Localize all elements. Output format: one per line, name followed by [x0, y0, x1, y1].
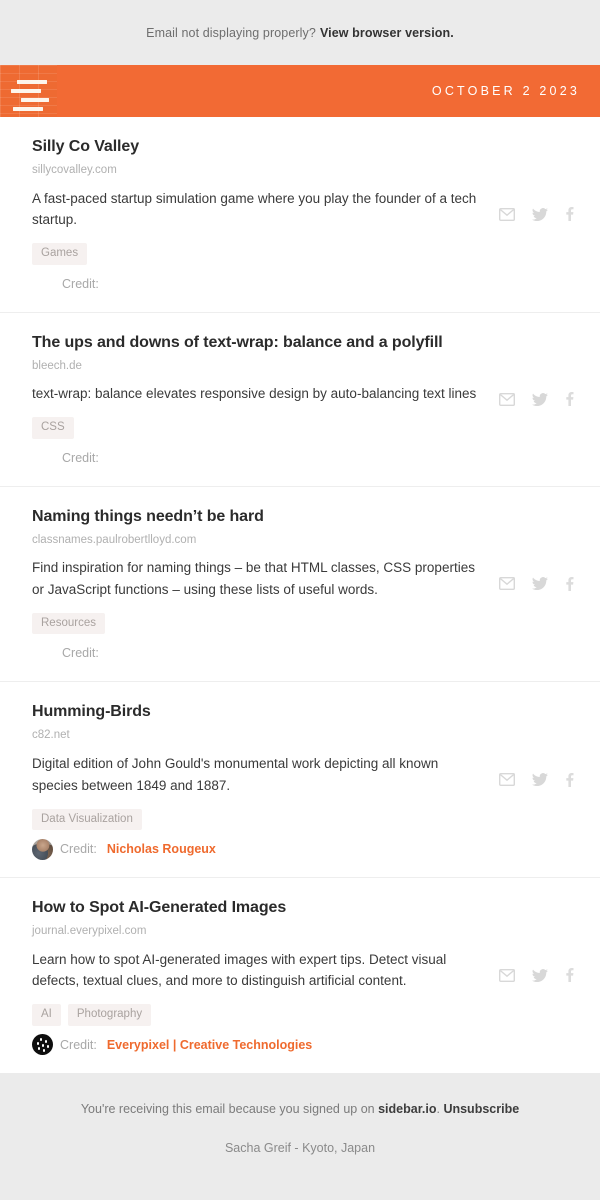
credit-author-link[interactable]: Nicholas Rougeux	[107, 842, 216, 856]
footer-reason: You're receiving this email because you …	[30, 1099, 570, 1119]
article-tags: Data Visualization	[32, 808, 568, 831]
tag-chip[interactable]: Games	[32, 243, 88, 265]
twitter-bird-icon	[532, 968, 548, 982]
article-description: Learn how to spot AI-generated images wi…	[32, 951, 447, 989]
article-credit: Credit: Everypixel | Creative Technologi…	[32, 1034, 568, 1056]
envelope-icon	[499, 392, 515, 406]
issue-date: OCTOBER 2 2023	[431, 84, 580, 98]
share-twitter-button[interactable]	[532, 968, 548, 982]
article-title[interactable]: Silly Co Valley	[32, 137, 568, 157]
article-item: Silly Co Valley sillycovalley.com A fast…	[0, 117, 600, 313]
share-twitter-button[interactable]	[532, 577, 548, 591]
footer-reason-suffix: .	[436, 1101, 440, 1116]
article-description: A fast-paced startup simulation game whe…	[32, 190, 477, 228]
twitter-bird-icon	[532, 577, 548, 591]
article-credit: Credit:	[32, 642, 568, 664]
article-credit: Credit: Nicholas Rougeux	[32, 838, 568, 860]
article-item: How to Spot AI-Generated Images journal.…	[0, 878, 600, 1073]
facebook-f-icon	[566, 968, 574, 983]
share-icons	[499, 968, 574, 983]
footer-reason-prefix: You're receiving this email because you …	[80, 1101, 379, 1116]
article-title[interactable]: How to Spot AI-Generated Images	[32, 898, 568, 918]
tag-chip[interactable]: Data Visualization	[32, 808, 142, 831]
share-twitter-button[interactable]	[532, 392, 548, 406]
article-tags: Games	[32, 243, 568, 265]
article-item: The ups and downs of text-wrap: balance …	[0, 313, 600, 487]
footer-signature: Sacha Greif - Kyoto, Japan	[224, 1140, 376, 1155]
envelope-icon	[499, 773, 515, 787]
preheader-bar: Email not displaying properly? View brow…	[0, 0, 600, 65]
share-facebook-button[interactable]	[565, 968, 574, 983]
article-item: Humming-Birds c82.net Digital edition of…	[0, 682, 600, 879]
twitter-bird-icon	[532, 773, 548, 787]
article-tags: AI Photography	[32, 1004, 568, 1026]
article-domain: c82.net	[32, 729, 70, 742]
credit-label: Credit:	[60, 842, 97, 857]
article-description: text-wrap: balance elevates responsive d…	[32, 386, 477, 402]
twitter-bird-icon	[532, 392, 548, 406]
article-title[interactable]: The ups and downs of text-wrap: balance …	[32, 333, 568, 353]
unsubscribe-link[interactable]: Unsubscribe	[443, 1102, 519, 1116]
share-email-button[interactable]	[499, 577, 515, 591]
share-facebook-button[interactable]	[565, 207, 574, 222]
credit-author-link[interactable]: Everypixel | Creative Technologies	[107, 1038, 312, 1052]
tag-chip[interactable]: Resources	[32, 612, 105, 635]
share-twitter-button[interactable]	[532, 773, 548, 787]
article-tags: CSS	[32, 417, 568, 439]
facebook-f-icon	[566, 207, 574, 222]
view-browser-version-link[interactable]: View browser version.	[320, 26, 454, 40]
credit-label: Credit:	[60, 1037, 97, 1052]
article-description: Digital edition of John Gould's monument…	[32, 755, 439, 793]
tag-chip[interactable]: AI	[32, 1004, 61, 1026]
masthead: OCTOBER 2 2023	[0, 65, 600, 117]
article-domain: journal.everypixel.com	[32, 925, 147, 938]
facebook-f-icon	[566, 772, 574, 787]
article-domain: classnames.paulrobertlloyd.com	[32, 533, 197, 546]
share-email-button[interactable]	[499, 207, 515, 221]
credit-avatar	[32, 1034, 53, 1056]
footer: You're receiving this email because you …	[0, 1072, 600, 1185]
share-icons	[499, 576, 574, 591]
article-domain: sillycovalley.com	[32, 164, 117, 176]
share-email-button[interactable]	[499, 392, 515, 406]
envelope-icon	[499, 577, 515, 591]
credit-label: Credit:	[62, 450, 99, 465]
article-tags: Resources	[32, 612, 568, 635]
article-item: Naming things needn’t be hard classnames…	[0, 487, 600, 683]
credit-label: Credit:	[62, 646, 99, 661]
share-icons	[499, 772, 574, 787]
share-facebook-button[interactable]	[565, 576, 574, 591]
share-icons	[499, 392, 574, 407]
envelope-icon	[499, 968, 515, 982]
facebook-f-icon	[566, 392, 574, 407]
preheader-text: Email not displaying properly?	[146, 25, 316, 40]
article-credit: Credit:	[32, 447, 568, 469]
article-title[interactable]: Naming things needn’t be hard	[32, 507, 568, 527]
share-facebook-button[interactable]	[565, 772, 574, 787]
article-description: Find inspiration for naming things – be …	[32, 560, 475, 597]
footer-site-name: sidebar.io	[378, 1101, 437, 1116]
article-domain: bleech.de	[32, 359, 82, 372]
share-email-button[interactable]	[499, 968, 515, 982]
tag-chip[interactable]: Photography	[67, 1004, 152, 1026]
share-icons	[499, 207, 574, 222]
credit-label: Credit:	[62, 276, 99, 291]
facebook-f-icon	[566, 576, 574, 591]
article-credit: Credit:	[32, 273, 568, 295]
envelope-icon	[499, 207, 515, 221]
twitter-bird-icon	[532, 207, 548, 221]
article-list: Silly Co Valley sillycovalley.com A fast…	[0, 117, 600, 1073]
article-title[interactable]: Humming-Birds	[32, 702, 568, 722]
tag-chip[interactable]: CSS	[32, 417, 74, 439]
share-email-button[interactable]	[499, 773, 515, 787]
sidebar-logo[interactable]	[0, 65, 57, 117]
share-twitter-button[interactable]	[532, 207, 548, 221]
share-facebook-button[interactable]	[565, 392, 574, 407]
credit-avatar	[32, 838, 53, 860]
